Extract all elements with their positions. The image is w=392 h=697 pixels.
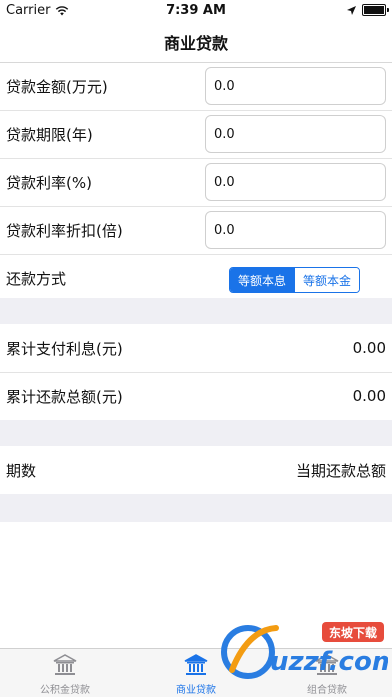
repayment-method-label: 还款方式 (6, 269, 67, 288)
page-title: 商业贷款 (163, 34, 228, 53)
total-repayment-value: 0.00 (352, 387, 386, 405)
bank-icon (53, 654, 77, 675)
section-separator (0, 298, 392, 324)
loan-term-input[interactable]: 0.0 (205, 115, 386, 153)
payment-column-header: 当期还款总额 (295, 461, 386, 480)
rate-discount-row: 贷款利率折扣(倍) 0.0 (0, 206, 392, 255)
total-repayment-row: 累计还款总额(元) 0.00 (0, 372, 392, 420)
loan-rate-input[interactable]: 0.0 (205, 163, 386, 201)
repayment-method-row: 还款方式 等额本息 等额本金 (0, 254, 392, 302)
section-separator (0, 494, 392, 522)
repayment-method-segmented-control: 等额本息 等额本金 (229, 267, 360, 293)
period-column-header: 期数 (6, 461, 37, 480)
location-icon (347, 5, 356, 15)
rate-discount-input[interactable]: 0.0 (205, 211, 386, 249)
battery-icon (362, 4, 389, 16)
status-right (347, 4, 389, 16)
watermark-text: uzzf.com (270, 647, 388, 677)
equal-principal-option[interactable]: 等额本金 (294, 268, 359, 292)
loan-term-row: 贷款期限(年) 0.0 (0, 110, 392, 159)
total-interest-label: 累计支付利息(元) (6, 339, 123, 358)
nav-bar: 商业贷款 (0, 22, 392, 63)
total-interest-row: 累计支付利息(元) 0.00 (0, 324, 392, 373)
rate-discount-label: 贷款利率折扣(倍) (6, 221, 123, 240)
equal-installment-option[interactable]: 等额本息 (230, 268, 294, 292)
watermark-logo: 东坡下载 uzzf.com (221, 622, 388, 679)
bank-icon (184, 654, 208, 675)
total-repayment-label: 累计还款总额(元) (6, 387, 123, 406)
tab-housing-fund-loan[interactable]: 公积金贷款 (0, 649, 130, 697)
section-separator (0, 420, 392, 446)
loan-amount-label: 贷款金额(万元) (6, 77, 108, 96)
loan-amount-input[interactable]: 0.0 (205, 67, 386, 105)
loan-term-label: 贷款期限(年) (6, 125, 93, 144)
loan-rate-label: 贷款利率(%) (6, 173, 92, 192)
watermark-badge: 东坡下载 (329, 625, 377, 640)
loan-rate-row: 贷款利率(%) 0.0 (0, 158, 392, 207)
total-interest-value: 0.00 (352, 339, 386, 357)
loan-amount-row: 贷款金额(万元) 0.0 (0, 62, 392, 111)
tab-label: 公积金贷款 (40, 685, 90, 696)
status-bar: Carrier 7:39 AM (0, 0, 392, 22)
schedule-header-row: 期数 当期还款总额 (0, 446, 392, 494)
status-time: 7:39 AM (166, 3, 226, 18)
